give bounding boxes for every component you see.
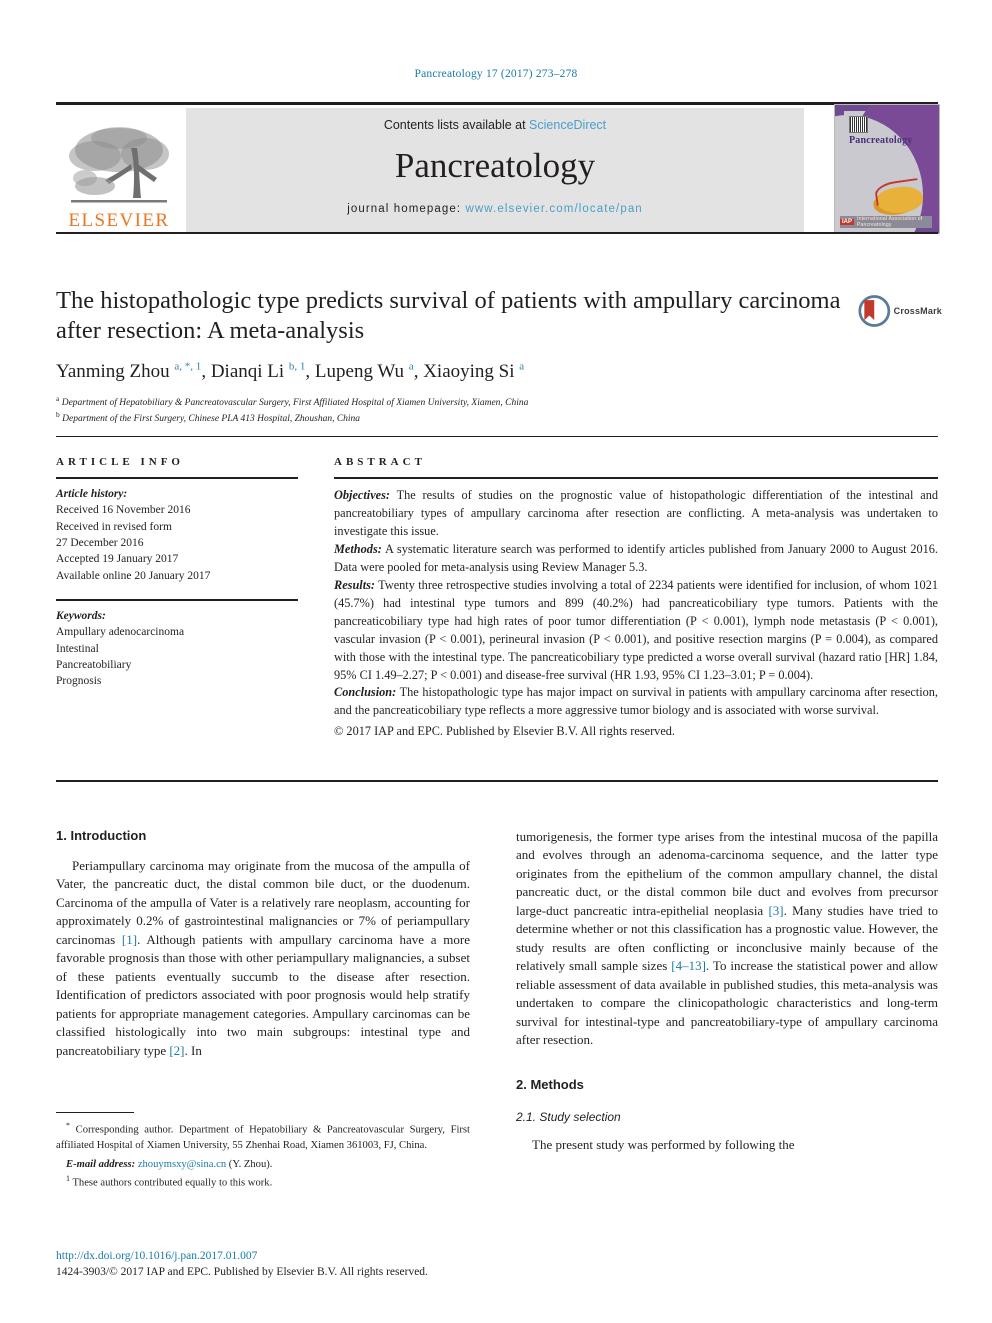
intro-text-c: . In (184, 1042, 202, 1058)
abstract-objectives: Objectives: The results of studies on th… (334, 487, 938, 541)
doi-link[interactable]: http://dx.doi.org/10.1016/j.pan.2017.01.… (56, 1248, 556, 1264)
title-block: The histopathologic type predicts surviv… (56, 286, 846, 427)
cover-artwork: Pancreatology IAP International Associat… (835, 105, 939, 233)
contents-prefix: Contents lists available at (383, 118, 530, 132)
corresponding-author-note: * Corresponding author. Department of He… (56, 1120, 470, 1153)
introduction-heading: 1. Introduction (56, 828, 147, 843)
abstract-body: Objectives: The results of studies on th… (334, 487, 938, 741)
title-divider (56, 436, 938, 437)
methods-paragraph-1: The present study was performed by follo… (516, 1136, 938, 1154)
objectives-text: The results of studies on the prognostic… (334, 488, 938, 538)
journal-masthead: ELSEVIER Contents lists available at Sci… (56, 102, 940, 234)
study-selection-heading: 2.1. Study selection (516, 1110, 621, 1125)
journal-band: Contents lists available at ScienceDirec… (186, 108, 804, 232)
history-item: 27 December 2016 (56, 536, 144, 549)
keyword-item: Pancreatobiliary (56, 658, 132, 671)
affiliation-b: b Department of the First Surgery, Chine… (56, 410, 361, 425)
email-note: E-mail address: zhouymsxy@sina.cn (Y. Zh… (56, 1157, 470, 1172)
journal-title: Pancreatology (394, 146, 596, 185)
crossmark-icon (858, 295, 891, 327)
keywords-list: Keywords: Ampullary adenocarcinoma Intes… (56, 608, 298, 690)
article-title: The histopathologic type predicts surviv… (56, 287, 841, 344)
keywords-label: Keywords: (56, 609, 106, 622)
article-history-label: Article history: (56, 488, 128, 500)
journal-article-page: Pancreatology 17 (2017) 273–278 ELSEVIER… (0, 0, 992, 1323)
footnote-divider (56, 1112, 134, 1113)
elsevier-tree-icon (69, 127, 169, 203)
elsevier-logo: ELSEVIER (56, 110, 182, 230)
contents-line: Contents lists available at ScienceDirec… (384, 118, 606, 132)
affiliation-a: a Department of Hepatobiliary & Pancreat… (56, 393, 529, 408)
citation-ref-4-13[interactable]: [4–13] (671, 958, 706, 973)
conclusion-label: Conclusion: (334, 685, 397, 700)
masthead-top-rule (56, 102, 938, 105)
history-item: Available online 20 January 2017 (56, 569, 211, 582)
keyword-item: Intestinal (56, 642, 99, 655)
issn-copyright-line: 1424-3903/© 2017 IAP and EPC. Published … (56, 1266, 428, 1279)
footnotes-block: * Corresponding author. Department of He… (56, 1120, 470, 1191)
equal-contribution-note: 1 These authors contributed equally to t… (56, 1173, 470, 1191)
abstract-conclusion: Conclusion: The histopathologic type has… (334, 684, 938, 720)
cover-footer-bar: IAP International Association of Pancrea… (840, 216, 932, 228)
author-list: Yanming Zhou a, *, 1, Dianqi Li b, 1, Lu… (56, 360, 525, 382)
objectives-label: Objectives: (334, 488, 390, 502)
journal-homepage-link[interactable]: www.elsevier.com/locate/pan (465, 203, 642, 215)
homepage-prefix: journal homepage: (347, 203, 466, 215)
citation-ref-2[interactable]: [2] (169, 1043, 184, 1058)
elsevier-wordmark: ELSEVIER (68, 210, 170, 231)
email-link[interactable]: zhouymsxy@sina.cn (138, 1159, 226, 1170)
body-column-right: tumorigenesis, the former type arises fr… (516, 828, 938, 1155)
masthead-bottom-rule (56, 232, 938, 234)
body-column-left: 1. Introduction Periampullary carcinoma … (56, 828, 470, 1060)
article-info-heading: ARTICLE INFO (56, 456, 184, 468)
citation-ref-1[interactable]: [1] (122, 932, 137, 947)
article-info-box: ARTICLE INFO Article history: Received 1… (56, 456, 298, 690)
history-item: Received in revised form (56, 520, 172, 533)
methods-heading: 2. Methods (516, 1077, 584, 1093)
introduction-paragraph-1: Periampullary carcinoma may originate fr… (56, 857, 470, 1060)
email-suffix: (Y. Zhou). (226, 1159, 273, 1171)
cover-iap-logo: IAP (840, 219, 855, 225)
page-footer: http://dx.doi.org/10.1016/j.pan.2017.01.… (56, 1248, 556, 1280)
abstract-rule (334, 477, 938, 479)
results-text: Twenty three retrospective studies invol… (334, 577, 938, 682)
history-item: Accepted 19 January 2017 (56, 553, 179, 566)
cover-association-name: International Association of Pancreatolo… (857, 216, 923, 228)
cover-journal-title: Pancreatology (849, 135, 913, 146)
history-item: Received 16 November 2016 (56, 504, 191, 517)
affiliation-a-text: Department of Hepatobiliary & Pancreatov… (61, 397, 529, 408)
sciencedirect-link[interactable]: ScienceDirect (529, 118, 606, 132)
keywords-rule (56, 598, 298, 601)
citation-ref-3[interactable]: [3] (768, 903, 783, 918)
methods-text: A systematic literature search was perfo… (334, 541, 938, 574)
abstract-results: Results: Twenty three retrospective stud… (334, 577, 938, 685)
keyword-item: Ampullary adenocarcinoma (56, 626, 185, 639)
introduction-paragraph-2: tumorigenesis, the former type arises fr… (516, 828, 938, 1049)
running-head: Pancreatology 17 (2017) 273–278 (414, 68, 578, 80)
methods-label: Methods: (334, 541, 382, 556)
barcode-icon (849, 116, 868, 133)
crossmark-badge[interactable]: CrossMark (858, 288, 942, 334)
journal-homepage-line: journal homepage: www.elsevier.com/locat… (347, 203, 643, 215)
methods-p1-text: The present study was performed by follo… (532, 1137, 795, 1153)
journal-cover-thumbnail: Pancreatology IAP International Associat… (834, 104, 940, 234)
abstract-methods: Methods: A systematic literature search … (334, 541, 938, 577)
results-label: Results: (334, 577, 375, 592)
article-history: Article history: Received 16 November 20… (56, 486, 298, 584)
abstract-divider (56, 780, 938, 782)
abstract-copyright: © 2017 IAP and EPC. Published by Elsevie… (334, 724, 675, 739)
email-label: E-mail address: (66, 1159, 136, 1171)
equal-contribution-text: These authors contributed equally to thi… (70, 1177, 273, 1189)
intro-text-b: . Although patients with ampullary carci… (56, 931, 470, 1058)
affiliation-b-text: Department of the First Surgery, Chinese… (62, 414, 361, 425)
affiliations: a Department of Hepatobiliary & Pancreat… (56, 394, 846, 428)
article-info-rule (56, 477, 298, 479)
abstract-box: ABSTRACT Objectives: The results of stud… (334, 456, 938, 741)
keyword-item: Prognosis (56, 675, 102, 688)
crossmark-label: CrossMark (893, 306, 942, 316)
corresponding-author-text: Corresponding author. Department of Hepa… (56, 1124, 470, 1151)
abstract-heading: ABSTRACT (334, 456, 426, 468)
conclusion-text: The histopathologic type has major impac… (334, 685, 938, 718)
